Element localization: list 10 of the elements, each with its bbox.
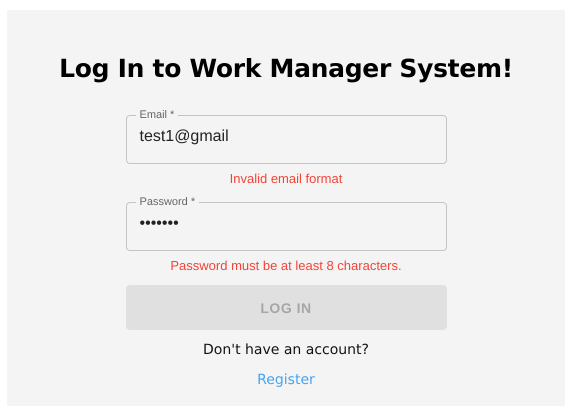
page-title: Log In to Work Manager System!	[59, 54, 513, 83]
field-value: •••••••	[140, 214, 180, 234]
error-message: Password must be at least 8 characters.	[170, 258, 402, 273]
field-value: test1@gmail	[140, 127, 230, 147]
account-prompt: Don't have an account?	[203, 342, 369, 358]
field-label: Password *	[138, 196, 196, 208]
input-field[interactable]: Email * test1@gmail	[126, 109, 446, 164]
field-label: Email *	[138, 109, 176, 121]
error-message: Invalid email format	[230, 171, 342, 186]
input-field[interactable]: Password * •••••••	[126, 196, 446, 251]
